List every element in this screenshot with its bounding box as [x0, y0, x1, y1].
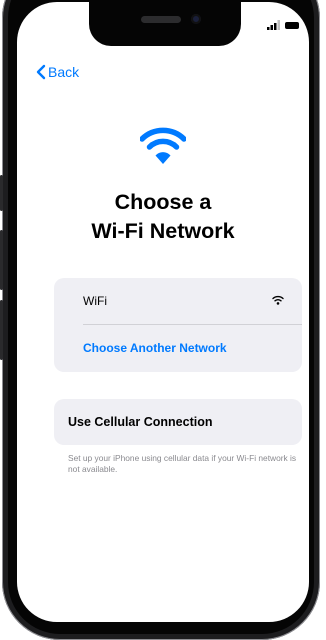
page-title-line-2: Wi-Fi Network — [91, 219, 235, 243]
mute-switch — [0, 175, 3, 211]
wifi-signal-icon — [272, 295, 284, 305]
chevron-left-icon — [36, 64, 46, 80]
screen: Back Choose a Wi-Fi Network WiFi Choose … — [17, 2, 309, 622]
wifi-icon — [140, 127, 186, 164]
choose-another-network-button[interactable]: Choose Another Network — [54, 325, 302, 371]
cellular-signal-icon — [267, 20, 280, 30]
back-label: Back — [48, 64, 80, 80]
page-title-line-1: Choose a — [114, 190, 212, 214]
page-title: Choose a Wi-Fi Network — [17, 188, 309, 246]
choose-another-network-label: Choose Another Network — [83, 341, 227, 355]
use-cellular-connection-button[interactable]: Use Cellular Connection — [54, 399, 302, 445]
battery-icon — [285, 22, 299, 29]
cellular-description: Set up your iPhone using cellular data i… — [68, 453, 297, 474]
notch — [89, 2, 241, 46]
speaker-grille — [141, 16, 181, 23]
front-camera — [191, 14, 201, 24]
volume-down-button — [0, 300, 3, 360]
network-list: WiFi Choose Another Network — [54, 278, 302, 372]
use-cellular-connection-label: Use Cellular Connection — [68, 415, 213, 429]
network-item[interactable]: WiFi — [54, 278, 302, 324]
back-button[interactable]: Back — [36, 62, 79, 82]
network-name: WiFi — [83, 294, 107, 308]
volume-up-button — [0, 230, 3, 290]
cellular-option: Use Cellular Connection — [54, 399, 302, 445]
